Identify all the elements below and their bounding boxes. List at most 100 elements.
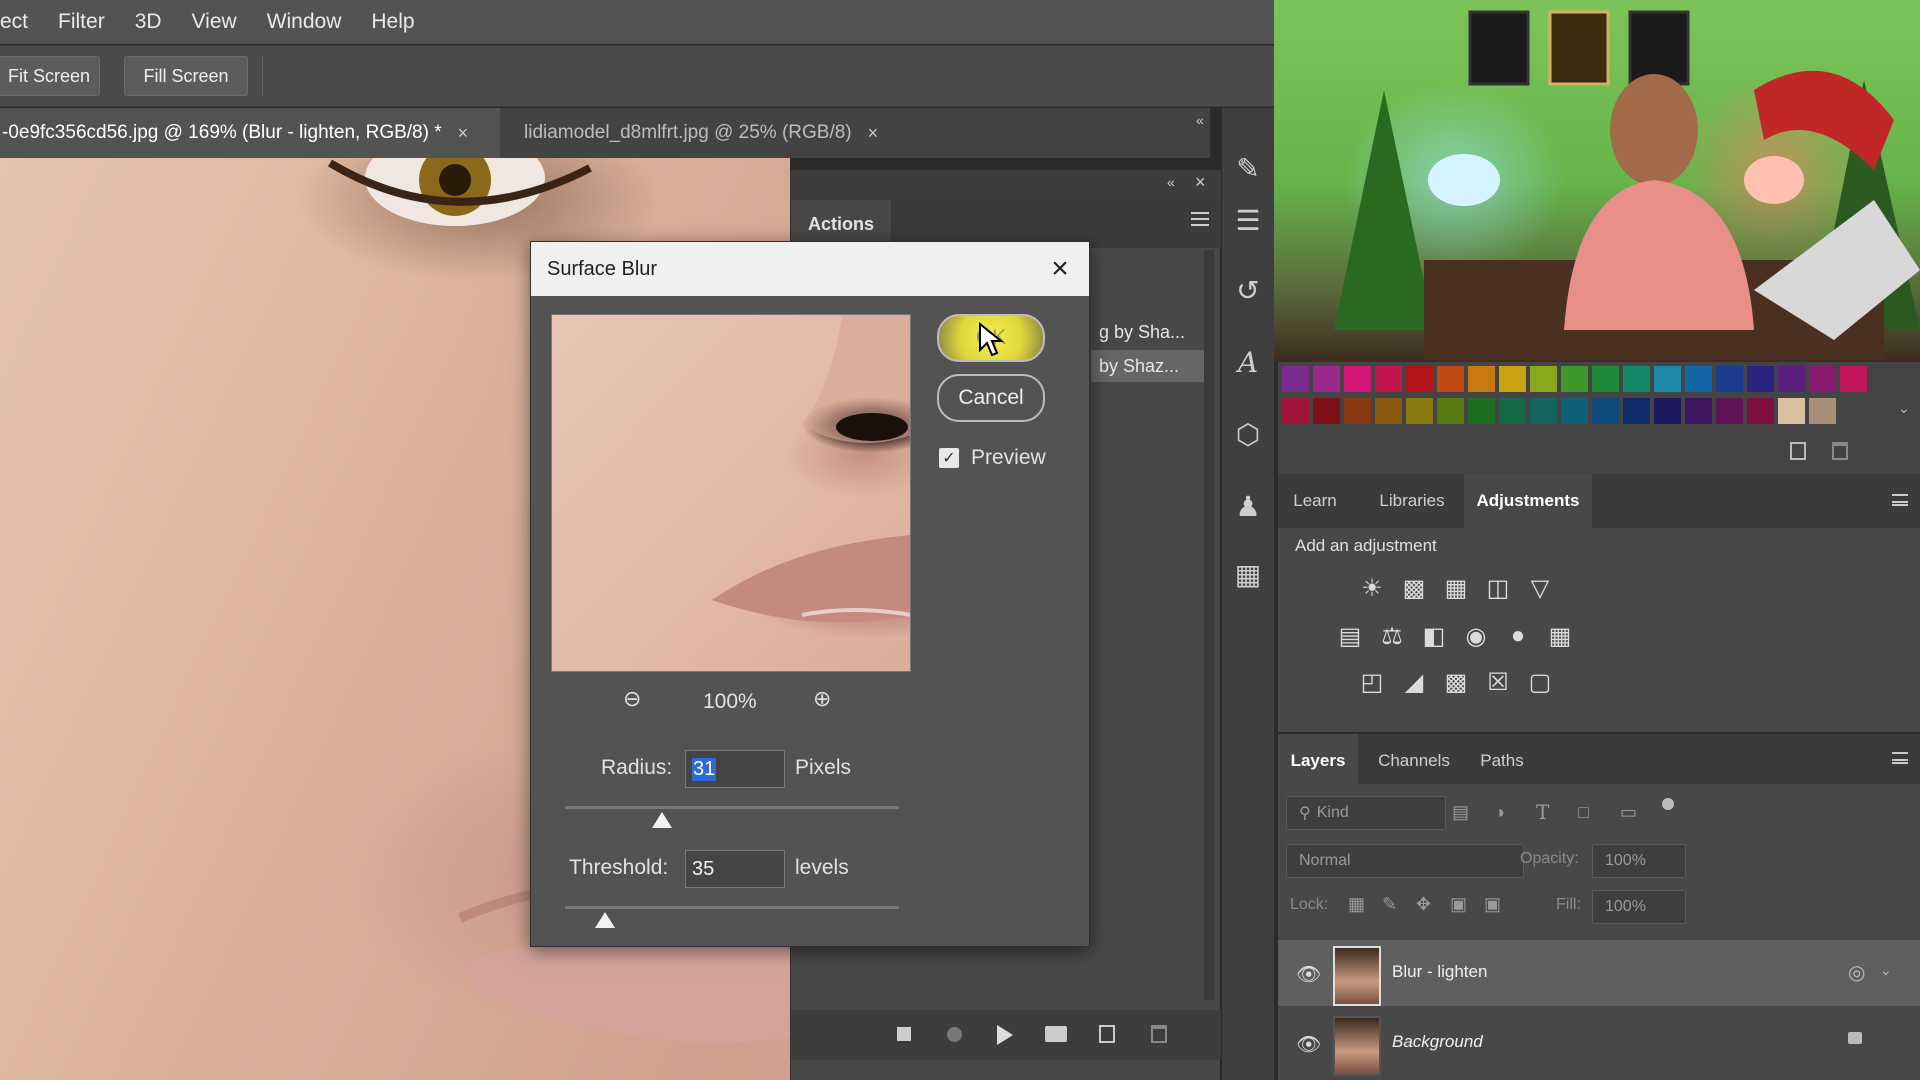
- lock-brush-icon[interactable]: ✎: [1382, 894, 1397, 915]
- color-swatch[interactable]: [1499, 366, 1526, 392]
- menu-help[interactable]: Help: [371, 10, 414, 34]
- photo-filter-icon[interactable]: ◉: [1460, 620, 1492, 652]
- new-action-icon[interactable]: [1099, 1025, 1115, 1043]
- 3d-icon[interactable]: ⬡: [1228, 414, 1268, 454]
- lock-all-icon[interactable]: ▣: [1484, 894, 1501, 915]
- tab-paths[interactable]: Paths: [1470, 734, 1534, 788]
- threshold-icon[interactable]: ▩: [1440, 666, 1472, 698]
- color-swatch[interactable]: [1313, 398, 1340, 424]
- fill-field[interactable]: 100%: [1592, 890, 1686, 924]
- timeline-icon[interactable]: ▦: [1228, 554, 1268, 594]
- stop-icon[interactable]: [897, 1027, 911, 1041]
- filter-adjustment-icon[interactable]: ◑: [1494, 802, 1505, 823]
- document-tab[interactable]: lidiamodel_d8mlfrt.jpg @ 25% (RGB/8) ×: [500, 108, 954, 158]
- color-swatch[interactable]: [1778, 366, 1805, 392]
- filter-shape-icon[interactable]: □: [1578, 802, 1589, 823]
- play-icon[interactable]: [997, 1025, 1013, 1045]
- radius-slider-handle[interactable]: [651, 812, 672, 828]
- color-swatch[interactable]: [1499, 398, 1526, 424]
- color-swatch[interactable]: [1623, 398, 1650, 424]
- paragraph-styles-icon[interactable]: ♟: [1228, 486, 1268, 526]
- close-icon[interactable]: ×: [1043, 252, 1077, 286]
- history-icon[interactable]: ↺: [1228, 270, 1268, 310]
- lock-position-icon[interactable]: ✥: [1416, 894, 1431, 915]
- filter-type-icon[interactable]: T: [1536, 800, 1549, 824]
- curves-icon[interactable]: ▦: [1440, 572, 1472, 604]
- menu-window[interactable]: Window: [267, 10, 342, 34]
- document-tab-active[interactable]: -0e9fc356cd56.jpg @ 169% (Blur - lighten…: [0, 108, 500, 158]
- threshold-slider-handle[interactable]: [595, 912, 616, 928]
- threshold-slider-track[interactable]: [565, 906, 899, 909]
- tab-adjustments[interactable]: Adjustments: [1464, 474, 1592, 528]
- color-swatch[interactable]: [1344, 398, 1371, 424]
- color-swatch[interactable]: [1530, 366, 1557, 392]
- collapse-icon[interactable]: «: [1167, 174, 1175, 190]
- color-swatch[interactable]: [1375, 398, 1402, 424]
- blend-mode-select[interactable]: Normal: [1286, 844, 1524, 878]
- filter-pixel-icon[interactable]: ▤: [1452, 802, 1469, 823]
- color-swatch[interactable]: [1437, 398, 1464, 424]
- color-swatch[interactable]: [1654, 366, 1681, 392]
- preview-checkbox[interactable]: ✓: [939, 448, 959, 468]
- color-swatch[interactable]: [1406, 366, 1433, 392]
- color-swatch[interactable]: [1809, 398, 1836, 424]
- brush-settings-icon[interactable]: ✎: [1228, 148, 1268, 188]
- panel-menu-icon[interactable]: [1191, 212, 1209, 226]
- color-swatch[interactable]: [1282, 398, 1309, 424]
- color-swatch[interactable]: [1778, 398, 1805, 424]
- color-swatch[interactable]: [1406, 398, 1433, 424]
- radius-slider-track[interactable]: [565, 806, 899, 809]
- layer-row[interactable]: 👁 Background: [1278, 1010, 1920, 1076]
- character-icon[interactable]: A: [1228, 342, 1268, 382]
- menu-3d[interactable]: 3D: [135, 10, 162, 34]
- filter-toggle-icon[interactable]: [1662, 798, 1674, 810]
- trash-icon[interactable]: [1151, 1025, 1167, 1043]
- filter-preview[interactable]: [551, 314, 911, 672]
- lock-artboard-icon[interactable]: ▣: [1450, 894, 1467, 915]
- record-icon[interactable]: [947, 1027, 962, 1042]
- smart-filter-icon[interactable]: ◎: [1848, 960, 1865, 985]
- color-swatch[interactable]: [1623, 366, 1650, 392]
- color-balance-icon[interactable]: ⚖: [1376, 620, 1408, 652]
- new-swatch-icon[interactable]: [1790, 442, 1806, 460]
- vibrance-icon[interactable]: ▽: [1524, 572, 1556, 604]
- color-swatch[interactable]: [1685, 366, 1712, 392]
- hue-saturation-icon[interactable]: ▤: [1334, 620, 1366, 652]
- color-swatch[interactable]: [1468, 366, 1495, 392]
- color-swatch[interactable]: [1592, 366, 1619, 392]
- color-swatch[interactable]: [1468, 398, 1495, 424]
- tab-layers[interactable]: Layers: [1278, 734, 1358, 788]
- color-swatch[interactable]: [1716, 398, 1743, 424]
- zoom-out-icon[interactable]: ⊖: [623, 686, 641, 712]
- close-icon[interactable]: ×: [1195, 172, 1206, 193]
- menu-filter[interactable]: Filter: [58, 10, 105, 34]
- visibility-eye-icon[interactable]: 👁: [1296, 1032, 1321, 1057]
- trash-icon[interactable]: [1832, 442, 1848, 460]
- action-item-selected[interactable]: by Shaz...: [1091, 350, 1209, 382]
- color-swatch[interactable]: [1840, 366, 1867, 392]
- color-swatch[interactable]: [1685, 398, 1712, 424]
- collapse-panels-icon[interactable]: «: [1196, 112, 1204, 128]
- visibility-eye-icon[interactable]: 👁: [1296, 962, 1321, 987]
- selective-color-icon[interactable]: ☒: [1482, 666, 1514, 698]
- scrollbar[interactable]: [1204, 250, 1214, 1000]
- gradient-map-icon[interactable]: ▢: [1524, 666, 1556, 698]
- dialog-title-bar[interactable]: Surface Blur: [531, 242, 1089, 296]
- threshold-input[interactable]: 35: [685, 850, 785, 888]
- color-swatch[interactable]: [1437, 366, 1464, 392]
- color-swatch[interactable]: [1561, 366, 1588, 392]
- levels-icon[interactable]: ▩: [1398, 572, 1430, 604]
- color-swatch[interactable]: [1654, 398, 1681, 424]
- fill-screen-button[interactable]: Fill Screen: [124, 56, 248, 96]
- fit-screen-button[interactable]: Fit Screen: [0, 56, 100, 96]
- color-swatch[interactable]: [1313, 366, 1340, 392]
- chevron-down-icon[interactable]: ⌄: [1880, 962, 1892, 979]
- channel-mixer-icon[interactable]: ●: [1502, 620, 1534, 652]
- tab-libraries[interactable]: Libraries: [1360, 474, 1464, 528]
- color-swatch[interactable]: [1344, 366, 1371, 392]
- invert-icon[interactable]: ◰: [1356, 666, 1388, 698]
- color-swatch[interactable]: [1561, 398, 1588, 424]
- menu-view[interactable]: View: [192, 10, 237, 34]
- close-icon[interactable]: ×: [868, 123, 879, 144]
- color-swatch[interactable]: [1375, 366, 1402, 392]
